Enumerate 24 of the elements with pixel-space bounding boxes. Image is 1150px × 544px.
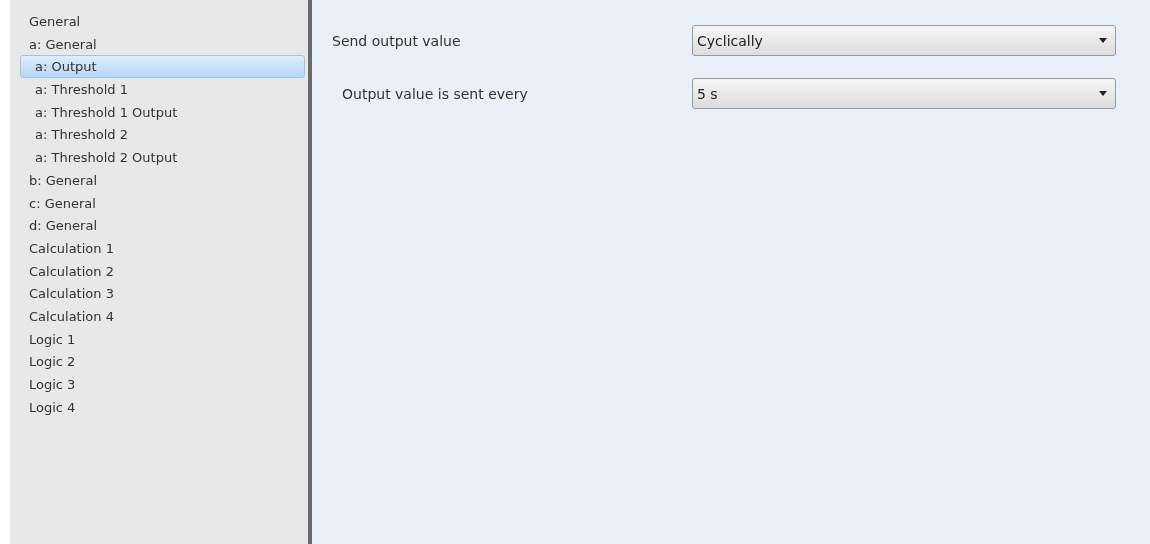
dropdown[interactable]: Cyclically — [692, 25, 1116, 56]
sidebar-item[interactable]: Calculation 3 — [10, 282, 305, 305]
sidebar-item[interactable]: a: Output — [20, 55, 305, 79]
sidebar-item[interactable]: Logic 2 — [10, 350, 305, 373]
sidebar-item[interactable]: Logic 1 — [10, 327, 305, 351]
caret-icon — [1099, 38, 1107, 43]
sidebar-item[interactable]: b: General — [10, 168, 305, 192]
sidebar-item[interactable]: Logic 3 — [10, 373, 305, 396]
sidebar-item[interactable]: General — [10, 10, 305, 33]
sidebar-item[interactable]: a: Threshold 2 Output — [20, 146, 305, 169]
sidebar-item[interactable]: d: General — [10, 214, 305, 237]
sidebar-item[interactable]: Calculation 4 — [10, 304, 305, 328]
sidebar-item[interactable]: a: Threshold 1 Output — [20, 100, 305, 124]
dropdown[interactable]: 5 s — [692, 78, 1116, 109]
sidebar-item[interactable]: a: General — [10, 32, 305, 56]
sidebar-item[interactable]: Logic 4 — [10, 395, 305, 419]
sidebar-item[interactable]: Calculation 1 — [10, 236, 305, 260]
sidebar-item[interactable]: c: General — [10, 191, 305, 215]
parameter-label: Send output value — [332, 32, 462, 49]
sidebar-item[interactable]: Calculation 2 — [10, 259, 305, 283]
sidebar-item[interactable]: a: Threshold 2 — [20, 123, 305, 147]
parameter-label: Output value is sent every — [342, 85, 529, 102]
caret-icon — [1099, 91, 1107, 96]
sidebar-item[interactable]: a: Threshold 1 — [20, 78, 305, 101]
